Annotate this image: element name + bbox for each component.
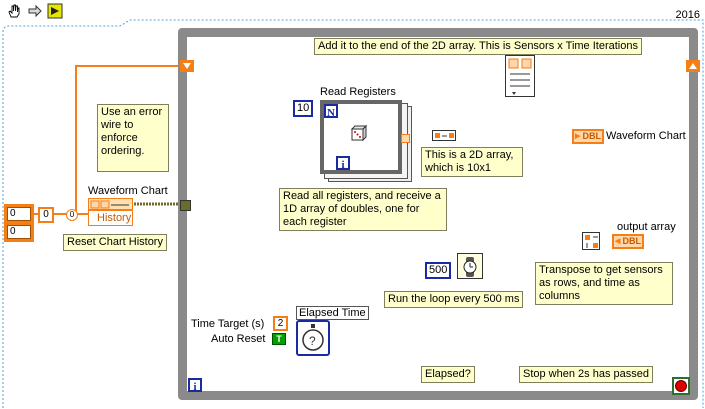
shift-register-left[interactable] — [180, 60, 194, 72]
is-2d-array-note: This is a 2D array, which is 10x1 — [421, 147, 523, 177]
array-index — [7, 208, 15, 238]
reshape-node[interactable] — [432, 130, 456, 141]
transpose-note: Transpose to get sensors as rows, and ti… — [535, 262, 673, 305]
read-all-note: Read all registers, and receive a 1D arr… — [279, 188, 447, 231]
wait-ms-node[interactable] — [457, 253, 483, 279]
watch-icon — [463, 257, 477, 277]
zero-wire-dot: 0 — [66, 209, 78, 221]
stop-icon — [675, 380, 687, 392]
history-label: History — [97, 212, 132, 224]
waveform-chart-ref[interactable] — [88, 198, 133, 210]
waveform-chart-label-inner: Waveform Chart — [606, 130, 686, 142]
time-target-constant[interactable]: 2 — [273, 316, 288, 331]
elapsed-time-label: Elapsed Time — [296, 306, 369, 320]
waveform-chart-terminal[interactable]: DBL — [572, 129, 604, 144]
error-tunnel — [180, 200, 191, 211]
wait-constant[interactable]: 500 — [425, 262, 451, 279]
for-loop[interactable]: N i — [320, 100, 410, 174]
svg-text:?: ? — [309, 334, 316, 348]
auto-reset-label: Auto Reset — [211, 333, 266, 345]
shift-register-right[interactable] — [686, 60, 700, 72]
loop-n-terminal: N — [324, 104, 338, 119]
read-registers-label: Read Registers — [320, 86, 396, 98]
waveform-chart-label-outer: Waveform Chart — [88, 185, 168, 197]
stopwatch-icon: ? — [302, 324, 324, 351]
elapsed-time-vi[interactable]: ? — [296, 320, 330, 356]
elapsed-note: Elapsed? — [421, 366, 475, 383]
output-array-terminal[interactable]: DBL — [612, 234, 644, 249]
transpose-node[interactable] — [582, 232, 600, 250]
history-property[interactable]: History — [88, 210, 133, 226]
for-loop-tunnel — [401, 134, 410, 143]
auto-reset-constant[interactable]: T — [272, 333, 286, 345]
stop-when-note: Stop when 2s has passed — [519, 366, 653, 383]
time-target-label: Time Target (s) — [191, 318, 265, 330]
output-array-label: output array — [617, 221, 676, 233]
loop-i-terminal: i — [336, 156, 350, 171]
build-array-node[interactable] — [505, 55, 535, 97]
stop-terminal[interactable] — [672, 377, 690, 395]
reset-history-note: Reset Chart History — [63, 234, 167, 251]
index-display[interactable]: 0 — [38, 207, 54, 223]
while-loop-i-terminal: i — [188, 378, 202, 393]
error-wire-note: Use an error wire to enforce ordering. — [97, 104, 169, 172]
run-loop-note: Run the loop every 500 ms — [384, 291, 524, 308]
dice-icon — [350, 124, 368, 142]
loop-count-constant[interactable]: 10 — [293, 100, 313, 117]
add-to-end-note: Add it to the end of the 2D array. This … — [314, 38, 642, 55]
